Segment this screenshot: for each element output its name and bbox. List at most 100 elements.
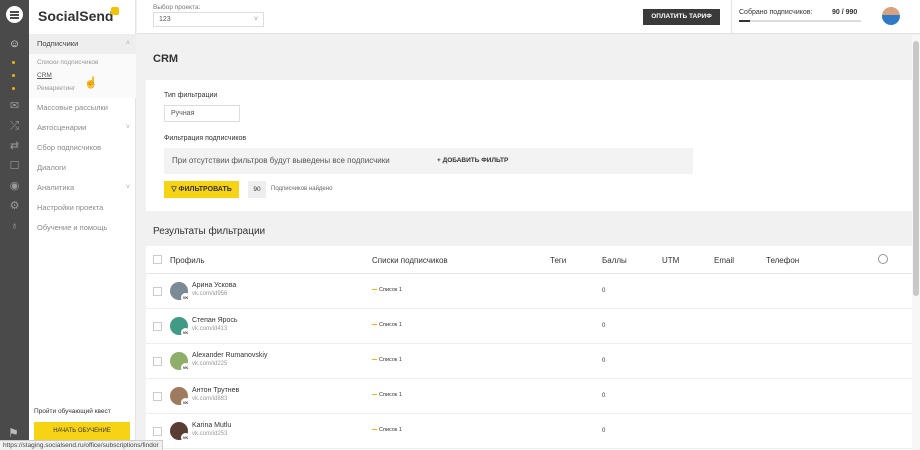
subnav: Списки подписчиков CRM Ремаркетинг [29,54,136,98]
analytics-icon[interactable]: ◉ [8,181,21,192]
logo[interactable]: SocialSend [38,8,113,24]
gear-icon[interactable]: ⚙ [8,201,21,212]
subscriber-score: 0 [602,288,606,294]
table-row[interactable]: VK Арина Ускова vk.com/id956 Список 1 0 [146,275,912,309]
chevron-down-icon: ˅ [125,184,130,191]
subscriber-list: Список 1 [372,357,402,363]
users-icon[interactable]: ☺ [8,39,21,50]
vk-icon: VK [181,328,190,337]
subscriber-link[interactable]: vk.com/id956 [192,291,227,297]
cursor-icon: ☝ [84,77,98,89]
table-header: Профиль Списки подписчиков Теги Баллы UT… [146,246,912,274]
collect-icon[interactable]: ⇄ [8,141,21,152]
scrollbar-thumb[interactable] [913,41,919,296]
status-url: https://staging.socialsend.ru/office/sub… [0,440,163,450]
subscriber-list: Список 1 [372,427,402,433]
lightbulb-icon[interactable]: ♁ [8,221,21,232]
subscriber-name[interactable]: Антон Трутнев [192,387,239,394]
bullet-dot [12,87,15,90]
subscriber-score: 0 [602,323,606,329]
column-header-lists[interactable]: Списки подписчиков [372,256,448,265]
column-header-phone[interactable]: Телефон [766,256,799,265]
filter-button-label: ФИЛЬТРОВАТЬ [178,186,232,193]
project-select[interactable]: 123 ˅ [153,12,264,27]
found-count-text: Подписчиков найдено [271,186,333,192]
vk-icon: VK [181,398,190,407]
main-content: CRM Тип фильтрации Ручная Фильтрация под… [137,35,912,450]
chat-icon[interactable]: ☐ [8,161,21,172]
sidebar-item-label: Обучение и помощь [37,223,108,232]
mail-icon[interactable]: ✉ [8,101,21,112]
subscriber-link[interactable]: vk.com/id883 [192,396,227,402]
avatar[interactable] [882,7,900,25]
quest-icon[interactable]: ⚑ [8,426,21,440]
subscriber-score: 0 [602,393,606,399]
project-label: Выбор проекта: [153,4,201,11]
sidebar-item-dialogs[interactable]: Диалоги [29,158,136,178]
scrollbar[interactable] [912,35,920,450]
filter-type-select[interactable]: Ручная [164,105,240,122]
bullet-dot [12,61,15,64]
table-row[interactable]: VK Антон Трутнев vk.com/id883 Список 1 0 [146,380,912,414]
found-count: 90 [248,181,266,198]
table-row[interactable]: VK Alexander Rumanovskiy vk.com/id225 Сп… [146,345,912,379]
subscriber-score: 0 [602,428,606,434]
project-value: 123 [159,16,171,23]
column-header-profile[interactable]: Профиль [170,256,205,265]
filter-icon: ▽ [171,186,179,193]
subscriber-list: Список 1 [372,322,402,328]
sidebar-item-mailings[interactable]: Массовые рассылки [29,98,136,118]
start-learning-button[interactable]: НАЧАТЬ ОБУЧЕНИЕ [34,422,130,440]
subscriber-name[interactable]: Alexander Rumanovskiy [192,352,267,359]
column-header-email[interactable]: Email [714,256,734,265]
row-checkbox[interactable] [153,322,162,331]
subscriber-link[interactable]: vk.com/id225 [192,361,227,367]
select-all-checkbox[interactable] [153,255,162,264]
vk-icon: VK [181,293,190,302]
subscribers-collected-count: 90 / 990 [832,9,858,16]
chevron-down-icon: ˅ [253,16,258,23]
subitem-crm[interactable]: CRM [29,69,136,82]
shuffle-icon[interactable]: ⤮ [8,121,21,132]
column-header-score[interactable]: Баллы [602,256,627,265]
row-checkbox[interactable] [153,357,162,366]
table-row[interactable]: VK Karina Mutlu vk.com/id253 Список 1 0 [146,415,912,449]
subscriber-link[interactable]: vk.com/id413 [192,326,227,332]
subscribers-collected-label: Собрано подписчиков: [739,9,813,16]
icon-rail: ☺ ✉ ⤮ ⇄ ☐ ◉ ⚙ ♁ ⚑ [0,0,29,450]
sidebar-item-help[interactable]: Обучение и помощь [29,218,136,238]
filter-card: Тип фильтрации Ручная Фильтрация подписч… [146,80,912,211]
vk-icon: VK [181,363,190,372]
menu-icon[interactable] [6,6,23,23]
sidebar-item-autoscenarios[interactable]: Автосценарии ˅ [29,118,136,138]
sidebar-item-subscribers[interactable]: Подписчики ˄ [29,34,136,54]
subscriber-link[interactable]: vk.com/id253 [192,431,227,437]
row-checkbox[interactable] [153,392,162,401]
subitem-remarketing[interactable]: Ремаркетинг [29,82,136,95]
sidebar-item-settings[interactable]: Настройки проекта [29,198,136,218]
subscriber-name[interactable]: Karina Mutlu [192,422,231,429]
chevron-down-icon: ˅ [125,124,130,131]
results-title: Результаты фильтрации [153,226,266,237]
filter-button[interactable]: ▽ ФИЛЬТРОВАТЬ [164,181,239,198]
subscriber-score: 0 [602,358,606,364]
row-checkbox[interactable] [153,427,162,436]
row-checkbox[interactable] [153,287,162,296]
column-header-utm[interactable]: UTM [662,256,679,265]
logo-badge-icon [111,7,119,15]
sidebar: SocialSend Подписчики ˄ Списки подписчик… [29,0,136,450]
table-row[interactable]: VK Степан Ярось vk.com/id413 Список 1 0 [146,310,912,344]
gear-icon[interactable] [878,254,888,264]
add-filter-button[interactable]: + ДОБАВИТЬ ФИЛЬТР [437,157,508,164]
divider [731,0,732,34]
filter-type-label: Тип фильтрации [164,92,218,99]
filter-hint: При отсутствии фильтров будут выведены в… [172,156,390,165]
sidebar-item-analytics[interactable]: Аналитика ˅ [29,178,136,198]
subitem-lists[interactable]: Списки подписчиков [29,56,136,69]
subscriber-name[interactable]: Арина Ускова [192,282,236,289]
pay-tariff-button[interactable]: ОПЛАТИТЬ ТАРИФ [643,9,720,25]
subscriber-name[interactable]: Степан Ярось [192,317,238,324]
subscriber-list: Список 1 [372,392,402,398]
sidebar-item-collect[interactable]: Сбор подписчиков [29,138,136,158]
column-header-tags[interactable]: Теги [550,256,566,265]
